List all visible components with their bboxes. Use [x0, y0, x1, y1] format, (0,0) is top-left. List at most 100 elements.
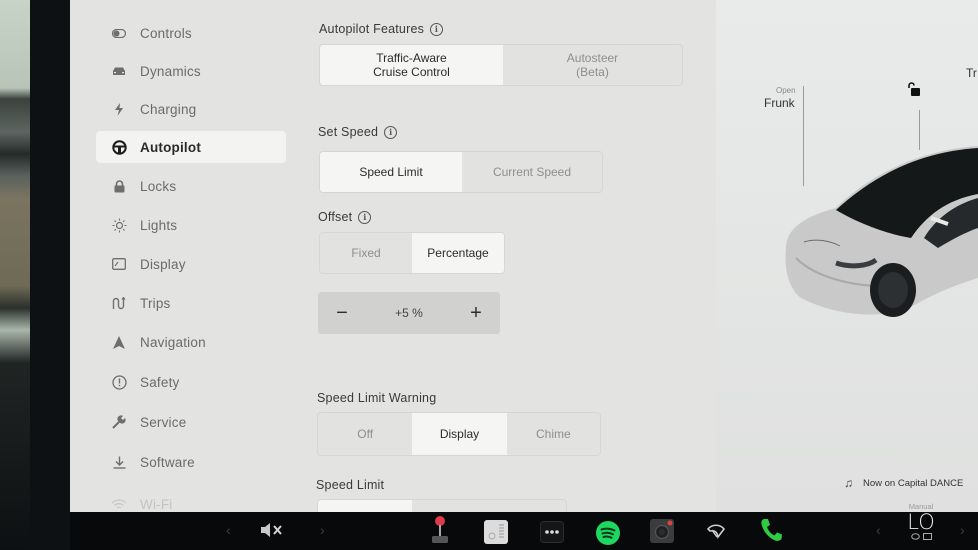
- car-model-image[interactable]: [776, 138, 978, 328]
- trips-icon: [108, 296, 130, 310]
- offset-label: Offset: [318, 210, 353, 224]
- toybox-app-icon[interactable]: [484, 520, 508, 544]
- more-apps-button[interactable]: [540, 521, 564, 543]
- option-line: Traffic-Aware: [376, 50, 447, 65]
- autopilot-features-selector: Traffic-Aware Cruise Control Autosteer (Be…: [319, 44, 683, 86]
- option-label: Fixed: [351, 245, 381, 260]
- autopilot-features-label: Autopilot Features: [319, 22, 425, 36]
- decrement-button[interactable]: −: [330, 302, 354, 325]
- now-playing-text: Now on Capital DANCE: [863, 477, 964, 489]
- volume-up-chevron-icon[interactable]: ›: [320, 522, 325, 538]
- option-chime[interactable]: Chime: [507, 413, 600, 455]
- sidebar-item-label: Locks: [140, 178, 177, 194]
- climate-temperature: LO: [907, 510, 935, 534]
- camera-app-icon[interactable]: [650, 519, 674, 543]
- sidebar-item-label: Safety: [140, 374, 180, 390]
- info-icon[interactable]: i: [384, 125, 398, 139]
- sidebar-item-locks[interactable]: Locks: [96, 170, 286, 202]
- sidebar-item-label: Software: [140, 454, 195, 470]
- sidebar-item-label: Navigation: [140, 334, 206, 350]
- display-icon: [108, 258, 130, 270]
- steering-wheel-icon: [108, 139, 130, 155]
- sidebar-item-label: Autopilot: [140, 139, 202, 155]
- option-label: Display: [439, 426, 480, 441]
- defrost-icon: [922, 533, 932, 540]
- speed-limit-warning-label: Speed Limit Warning: [317, 391, 437, 405]
- wifi-icon: [108, 498, 130, 510]
- option-label: Current Speed: [492, 164, 572, 179]
- sidebar-item-trips[interactable]: Trips: [96, 287, 286, 319]
- option-autosteer-beta[interactable]: Autosteer (Beta): [503, 45, 682, 85]
- frunk-button[interactable]: Frunk: [764, 96, 795, 110]
- option-display[interactable]: Display: [412, 413, 507, 455]
- sidebar-item-display[interactable]: Display: [96, 248, 286, 280]
- lightning-icon: [108, 102, 130, 116]
- offset-value: +5 %: [395, 306, 423, 320]
- navigation-arrow-icon: [108, 335, 130, 349]
- option-fixed[interactable]: Fixed: [320, 233, 412, 273]
- sidebar-item-charging[interactable]: Charging: [96, 93, 286, 125]
- phone-icon[interactable]: [760, 518, 782, 542]
- taskbar: ‹ › ‹ Manual LO ›: [70, 502, 978, 550]
- sidebar-item-autopilot[interactable]: Autopilot: [96, 131, 286, 163]
- car-status-pane: Open Frunk Tr ♫ Now on Capital DANCE: [716, 0, 978, 512]
- option-off[interactable]: Off: [318, 413, 412, 455]
- option-current-speed[interactable]: Current Speed: [462, 152, 602, 192]
- sidebar-item-navigation[interactable]: Navigation: [96, 326, 286, 358]
- speed-limit-label: Speed Limit: [316, 478, 385, 492]
- speed-limit-option[interactable]: [318, 500, 413, 512]
- sidebar-item-safety[interactable]: Safety: [96, 366, 286, 398]
- option-percentage[interactable]: Percentage: [412, 233, 504, 273]
- option-speed-limit[interactable]: Speed Limit: [320, 152, 462, 192]
- sidebar-item-label: Charging: [140, 101, 197, 117]
- offset-selector: Fixed Percentage: [319, 232, 505, 274]
- climate-status-icons: [910, 533, 932, 540]
- alert-circle-icon: [108, 374, 130, 390]
- climate-control[interactable]: Manual LO: [898, 502, 944, 540]
- spotify-icon[interactable]: [596, 521, 620, 545]
- volume-muted-icon[interactable]: [260, 522, 286, 538]
- sidebar-item-software[interactable]: Software: [96, 446, 286, 478]
- sidebar-item-lights[interactable]: Lights: [96, 209, 286, 241]
- settings-sidebar: Controls Dynamics Charging Autopilot Loc…: [96, 0, 286, 512]
- option-line: Cruise Control: [373, 65, 450, 79]
- recirculation-icon: [910, 533, 920, 540]
- offset-heading: Offset i: [318, 210, 372, 224]
- sidebar-item-label: Service: [140, 414, 187, 430]
- speed-limit-warning-selector: Off Display Chime: [317, 412, 601, 456]
- wiper-icon[interactable]: [706, 523, 726, 539]
- offset-stepper: − +5 % +: [318, 292, 500, 334]
- sidebar-item-label: Lights: [140, 217, 178, 233]
- sidebar-item-label: Dynamics: [140, 63, 201, 79]
- unlocked-padlock-icon[interactable]: [906, 81, 922, 102]
- arcade-joystick-icon[interactable]: [430, 515, 450, 545]
- increment-button[interactable]: +: [464, 302, 488, 325]
- speed-limit-heading: Speed Limit: [316, 478, 384, 492]
- settings-pane: Controls Dynamics Charging Autopilot Loc…: [70, 0, 716, 512]
- info-icon[interactable]: i: [430, 22, 444, 36]
- lock-icon: [108, 179, 130, 193]
- screen-bezel: [30, 0, 74, 550]
- sidebar-item-label: Wi-Fi: [140, 496, 173, 512]
- car-icon: [108, 66, 130, 76]
- climate-temp-down-chevron-icon[interactable]: ‹: [876, 522, 881, 538]
- sidebar-item-dynamics[interactable]: Dynamics: [96, 55, 286, 87]
- trunk-button[interactable]: Tr: [966, 66, 977, 80]
- option-traffic-aware-cruise-control[interactable]: Traffic-Aware Cruise Control: [320, 45, 503, 85]
- speed-limit-option[interactable]: [412, 500, 566, 512]
- sidebar-item-service[interactable]: Service: [96, 406, 286, 438]
- climate-temp-up-chevron-icon[interactable]: ›: [960, 522, 965, 538]
- sidebar-item-wifi[interactable]: Wi-Fi: [96, 488, 286, 512]
- volume-down-chevron-icon[interactable]: ‹: [226, 522, 231, 538]
- sidebar-item-controls[interactable]: Controls: [96, 17, 286, 49]
- set-speed-heading: Set Speed i: [318, 125, 398, 139]
- autopilot-features-heading: Autopilot Features i: [319, 22, 444, 36]
- option-label: Chime: [535, 426, 571, 441]
- set-speed-selector: Speed Limit Current Speed: [319, 151, 603, 193]
- set-speed-label: Set Speed: [318, 125, 379, 139]
- option-label: Percentage: [427, 245, 489, 260]
- info-icon[interactable]: i: [358, 210, 372, 224]
- sidebar-item-label: Trips: [140, 295, 171, 311]
- now-playing-banner[interactable]: ♫ Now on Capital DANCE: [844, 476, 963, 490]
- option-label: Speed Limit: [359, 164, 423, 179]
